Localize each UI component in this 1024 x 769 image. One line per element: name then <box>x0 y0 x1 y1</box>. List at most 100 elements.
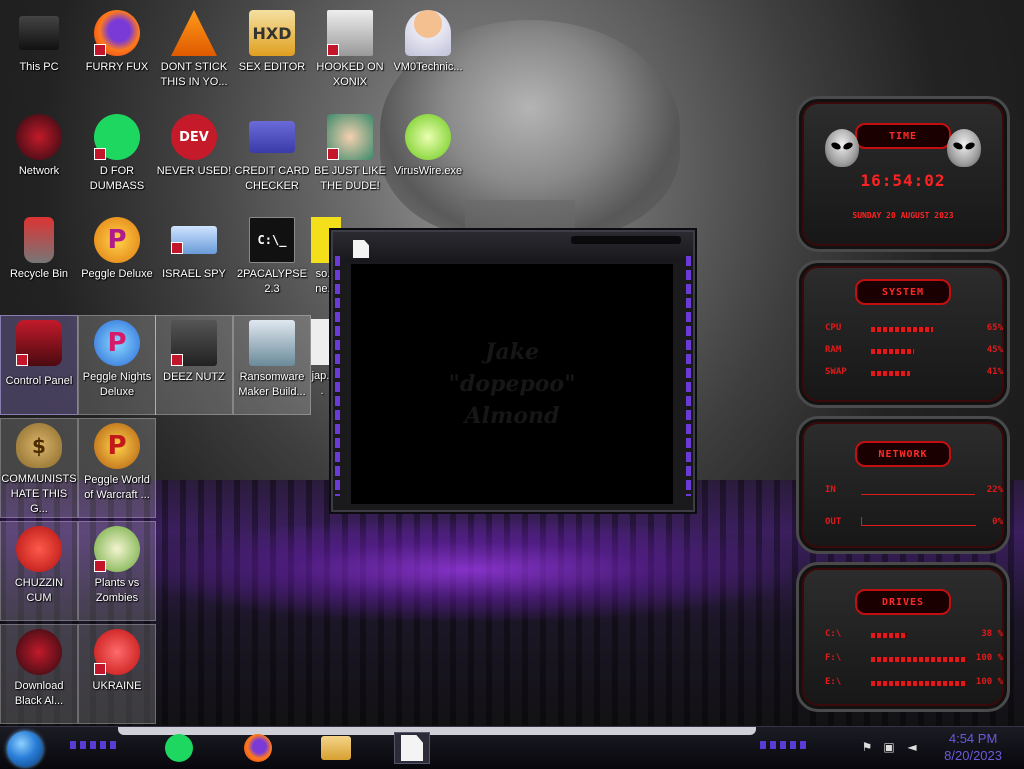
action-center-flag-icon[interactable]: ⚑ <box>860 740 874 754</box>
desktop-icon-this-pc[interactable]: This PC <box>0 6 78 106</box>
desktop-icon-deez-nutz[interactable]: DEEZ NUTZ <box>155 315 233 415</box>
spotify-icon <box>165 734 193 762</box>
net-out-graph <box>861 517 976 526</box>
firefox-icon <box>244 734 272 762</box>
cpu-bar-fill <box>871 327 934 332</box>
net-out-label: OUT <box>825 517 842 527</box>
document-icon <box>401 735 423 761</box>
drive-e-bar-fill <box>871 681 967 686</box>
spy-screen-icon <box>171 226 217 254</box>
icon-label: CREDIT CARD CHECKER <box>234 165 310 192</box>
desktop-icon-d-for-dumbass[interactable]: D FOR DUMBASS <box>78 110 156 210</box>
money-bag-icon: $ <box>16 423 62 468</box>
icon-label: 2PACALYPSE 2.3 <box>237 268 307 295</box>
widget-date: SUNDAY 20 AUGUST 2023 <box>852 211 954 220</box>
desktop-icon-peggle-wow[interactable]: P Peggle World of Warcraft ... <box>78 418 156 518</box>
cpu-value: 65% <box>986 323 1003 333</box>
drive-f-row: F:\ 100 % <box>825 653 1003 667</box>
desktop-icon-furry-fux[interactable]: FURRY FUX <box>78 6 156 106</box>
volume-icon[interactable]: ◄ <box>905 740 919 754</box>
alien-globe-icon <box>16 114 62 160</box>
desktop-icon-chuzzin[interactable]: CHUZZIN CUM <box>0 521 78 621</box>
taskbar-window-button[interactable] <box>394 732 430 764</box>
desktop-icon-israel-spy[interactable]: ISRAEL SPY <box>155 213 233 313</box>
taskbar-strip <box>118 727 756 735</box>
desktop-icon-credit-card[interactable]: CREDIT CARD CHECKER <box>233 110 311 210</box>
desktop-icon-network[interactable]: Network <box>0 110 78 210</box>
folder-icon <box>321 736 351 760</box>
taskbar-firefox-button[interactable] <box>240 732 276 764</box>
vlc-cone-icon <box>171 10 217 56</box>
dude-face-icon <box>327 114 373 160</box>
system-monitor-widget: TIME 16:54:02 SUNDAY 20 AUGUST 2023 SYST… <box>790 90 1022 720</box>
icon-label: BE JUST LIKE THE DUDE! <box>314 165 386 192</box>
drive-f-bar <box>871 657 967 662</box>
icon-label: Recycle Bin <box>9 268 69 280</box>
window-border-left <box>335 256 340 496</box>
time-panel: TIME 16:54:02 SUNDAY 20 AUGUST 2023 <box>796 96 1010 252</box>
desktop-icon-partial-2[interactable]: jap... <box>311 315 333 415</box>
desktop-icon-communists[interactable]: $ COMMUNISTS HATE THIS G... <box>0 418 78 518</box>
icon-label: Download Black Al... <box>14 680 64 707</box>
ram-label: RAM <box>825 345 842 355</box>
drive-c-row: C:\ 38 % <box>825 629 1003 643</box>
desktop-icon-viruswire[interactable]: VirusWire.exe <box>389 110 467 210</box>
drive-c-bar <box>871 633 967 638</box>
icon-label: Ransomware Maker Build... <box>238 371 306 398</box>
desktop-icon-be-just-like-the-dude[interactable]: BE JUST LIKE THE DUDE! <box>311 110 389 210</box>
desktop-icon-peggle-deluxe[interactable]: P Peggle Deluxe <box>78 213 156 313</box>
taskbar-explorer-button[interactable] <box>318 732 354 764</box>
document-icon <box>353 240 369 258</box>
lime-icon <box>405 114 451 160</box>
desktop-icon-plants-vs-zombies[interactable]: Plants vs Zombies <box>78 521 156 621</box>
net-out-row: OUT 0% <box>825 517 1003 531</box>
swap-bar-fill <box>871 371 911 376</box>
icon-label: NEVER USED! <box>156 165 232 177</box>
recycle-bin-icon <box>24 217 54 263</box>
desktop-icon-never-used[interactable]: DEV NEVER USED! <box>155 110 233 210</box>
titlebar-decoration <box>571 236 681 244</box>
alien-globe-icon <box>16 629 62 675</box>
drive-c-bar-fill <box>871 633 908 638</box>
desktop-icon-ransomware[interactable]: Ransomware Maker Build... <box>233 315 311 415</box>
icon-label: SEX EDITOR <box>238 61 306 73</box>
taskbar-spotify-button[interactable] <box>161 732 197 764</box>
drive-c-label: C:\ <box>825 629 842 639</box>
window-titlebar[interactable] <box>333 232 693 262</box>
desktop-icon-2pacalypse[interactable]: C:\_ 2PACALYPSE 2.3 <box>233 213 311 313</box>
icon-label: ISRAEL SPY <box>162 268 226 280</box>
icon-label: VM0Technic... <box>393 61 463 73</box>
system-panel: SYSTEM CPU 65% RAM 45% SWAP 41% <box>796 260 1010 408</box>
desktop-icon-peggle-nights[interactable]: P Peggle Nights Deluxe <box>78 315 156 415</box>
desktop-icon-control-panel[interactable]: Control Panel <box>0 315 78 415</box>
firefox-icon <box>94 10 140 56</box>
window-border-right <box>686 256 691 496</box>
ram-value: 45% <box>986 345 1003 355</box>
desktop-icon-ukraine[interactable]: UKRAINE <box>78 624 156 724</box>
drive-f-value: 100 % <box>975 653 1003 663</box>
control-panel-icon <box>16 320 62 366</box>
alien-head-icon <box>825 129 859 167</box>
desktop-icon-recycle-bin[interactable]: Recycle Bin <box>0 213 78 313</box>
desktop-icon-download-black[interactable]: Download Black Al... <box>0 624 78 724</box>
file-icon <box>311 319 333 365</box>
taskbar-date: 8/20/2023 <box>944 748 1002 763</box>
icon-label: Plants vs Zombies <box>94 577 140 604</box>
icon-label: DEEZ NUTZ <box>163 371 225 383</box>
net-in-graph <box>861 493 975 495</box>
taskbar-time: 4:54 PM <box>948 731 998 746</box>
spotify-icon <box>94 114 140 160</box>
desktop-icon-dont-stick[interactable]: DONT STICK THIS IN YO... <box>155 6 233 106</box>
desktop-icon-hooked-on-xonix[interactable]: HOOKED ON XONIX <box>311 6 389 106</box>
app-window[interactable]: Jake "dopepoo" Almond <box>331 230 695 512</box>
desktop-icon-vm0technic[interactable]: VM0Technic... <box>389 6 467 106</box>
network-icon[interactable]: ▣ <box>882 740 896 754</box>
desktop-icon-sex-editor[interactable]: HXD SEX EDITOR <box>233 6 311 106</box>
start-orb-button[interactable] <box>7 731 43 767</box>
taskbar-clock[interactable]: 4:54 PM 8/20/2023 <box>944 730 1002 764</box>
cpu-label: CPU <box>825 323 842 333</box>
dev-cpp-icon: DEV <box>171 114 217 160</box>
icon-label: COMMUNISTS HATE THIS G... <box>1 473 77 515</box>
icon-label: VirusWire.exe <box>393 165 463 177</box>
drive-f-bar-fill <box>871 657 967 662</box>
